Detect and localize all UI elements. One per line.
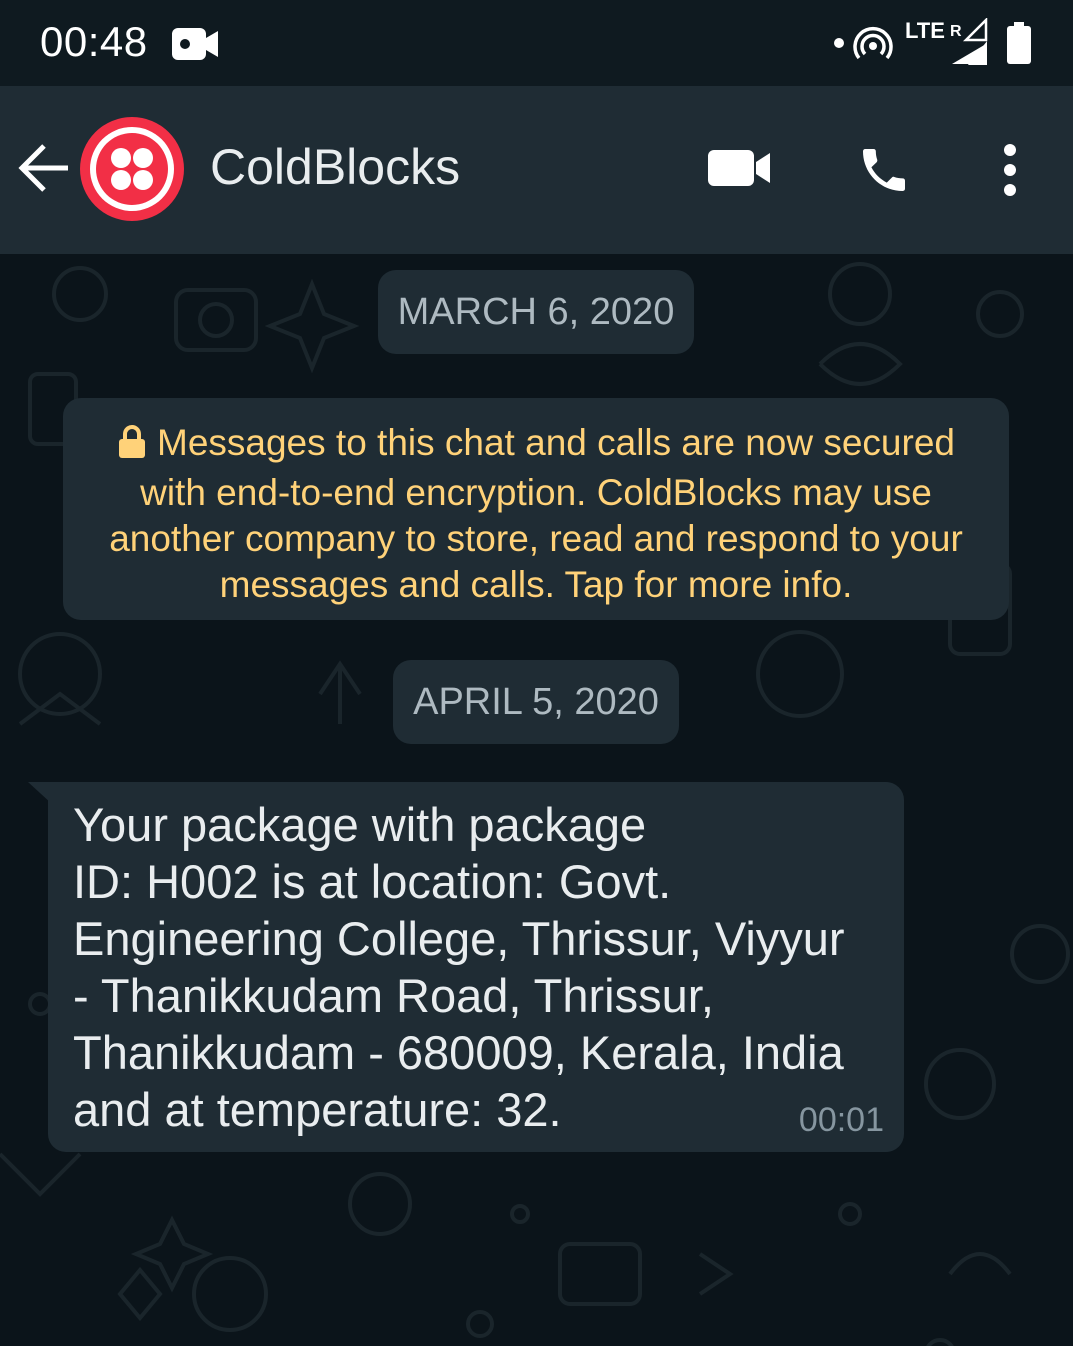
date-separator: APRIL 5, 2020: [393, 660, 679, 744]
avatar[interactable]: [80, 117, 184, 221]
voice-call-button[interactable]: [856, 142, 912, 202]
message-timestamp: 00:01: [798, 1101, 884, 1139]
status-time: 00:48: [40, 18, 148, 65]
signal-icon: R: [950, 16, 990, 70]
battery-icon: [1006, 22, 1032, 68]
notification-dot-icon: [834, 38, 844, 48]
date-separator: MARCH 6, 2020: [378, 270, 694, 354]
chat-area[interactable]: MARCH 6, 2020 Messages to this chat and …: [0, 254, 1073, 1346]
video-call-button[interactable]: [708, 148, 772, 192]
voice-call-icon: [863, 149, 905, 191]
more-options-icon: [1004, 144, 1016, 196]
lte-label: LTE: [905, 18, 945, 43]
video-call-icon: [708, 150, 770, 186]
encryption-notice-text: Messages to this chat and calls are now …: [109, 422, 963, 605]
incoming-message-bubble[interactable]: Your package with package ID: H002 is at…: [48, 782, 904, 1152]
video-camera-icon: [172, 26, 220, 66]
status-bar: 00:48 LTE R: [0, 0, 1073, 86]
encryption-notice[interactable]: Messages to this chat and calls are now …: [63, 398, 1009, 620]
message-text: Your package with package ID: H002 is at…: [73, 798, 845, 1136]
back-arrow-icon: [18, 144, 68, 192]
lock-icon: [117, 424, 147, 470]
contact-name[interactable]: ColdBlocks: [210, 138, 460, 196]
hotspot-icon: [852, 26, 894, 66]
more-options-button[interactable]: [998, 142, 1022, 202]
roaming-label: R: [950, 23, 962, 40]
back-button[interactable]: [14, 138, 74, 198]
chat-header: ColdBlocks: [0, 86, 1073, 254]
